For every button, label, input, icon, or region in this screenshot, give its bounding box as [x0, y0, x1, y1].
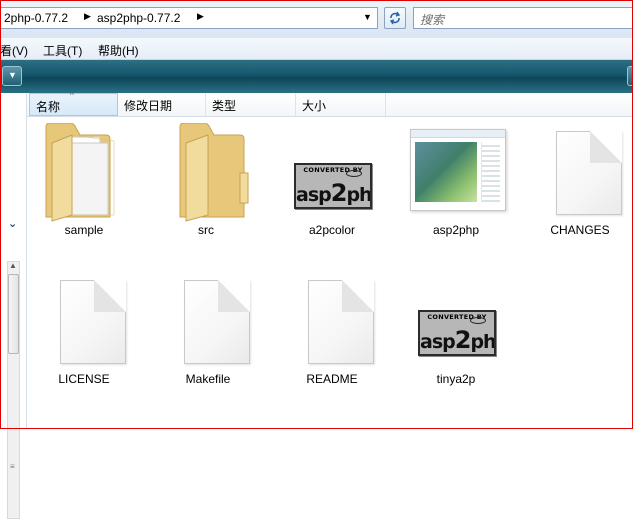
halo-icon	[346, 170, 362, 177]
badge-logo-right: php	[470, 331, 496, 353]
asp2php-badge-icon: CONVERTED BY asp2php	[416, 272, 496, 368]
menu-view[interactable]: 看(V)	[0, 42, 28, 59]
address-bar[interactable]: 2php-0.77.2 ▶ asp2php-0.77.2 ▶ ▼	[0, 7, 378, 29]
asp2php-badge: CONVERTED BY asp2php	[294, 163, 372, 209]
refresh-icon	[389, 11, 401, 25]
file-item-readme[interactable]: README	[277, 268, 387, 398]
file-item-tinya2p[interactable]: CONVERTED BY asp2php tinya2p	[401, 268, 511, 398]
file-item-changes[interactable]: CHANGES	[525, 119, 633, 249]
file-list: sample src CONVERTED BY asp2php a2pcolor	[27, 117, 633, 429]
breadcrumb-current[interactable]: asp2php-0.77.2	[97, 11, 180, 25]
file-name: tinya2p	[436, 372, 476, 386]
asp2php-badge-icon: CONVERTED BY asp2php	[292, 123, 372, 219]
file-name: a2pcolor	[308, 223, 356, 237]
file-item-makefile[interactable]: Makefile	[153, 268, 263, 398]
address-row: 2php-0.77.2 ▶ asp2php-0.77.2 ▶ ▼ 搜索	[0, 0, 633, 38]
scroll-grip-icon: ≡	[10, 462, 15, 471]
file-name: asp2php	[432, 223, 480, 237]
badge-logo-mid: 2	[330, 179, 348, 207]
file-item-src[interactable]: src	[151, 119, 261, 249]
scrollbar-thumb[interactable]	[8, 274, 19, 354]
search-placeholder: 搜索	[420, 13, 445, 27]
column-header-name[interactable]: ^ 名称	[29, 91, 118, 116]
toolbar-overflow-button[interactable]	[627, 66, 633, 86]
thumbnail-sidebar	[481, 142, 500, 202]
menu-bar: 看(V) 工具(T) 帮助(H)	[0, 38, 633, 60]
file-name: Makefile	[185, 372, 231, 386]
column-header-size[interactable]: 大小	[296, 93, 386, 116]
document-icon	[540, 123, 622, 219]
search-input[interactable]: 搜索	[413, 7, 633, 29]
column-header-name-label: 名称	[36, 100, 61, 114]
file-item-a2pcolor[interactable]: CONVERTED BY asp2php a2pcolor	[277, 119, 387, 249]
column-headers: ^ 名称 修改日期 类型 大小	[27, 91, 633, 117]
chevron-down-icon[interactable]: ⌄	[8, 217, 17, 230]
menu-help[interactable]: 帮助(H)	[98, 42, 139, 59]
command-toolbar: ▼	[0, 60, 633, 93]
document-icon	[292, 272, 374, 368]
folder-icon	[166, 122, 249, 222]
badge-logo: asp2php	[420, 326, 494, 354]
page-shape	[556, 131, 622, 215]
badge-logo-right: php	[346, 184, 372, 206]
sort-ascending-icon: ^	[70, 91, 74, 100]
badge-logo-left: asp	[420, 331, 456, 353]
address-history-dropdown-icon[interactable]: ▼	[363, 12, 372, 22]
navigation-pane: ⌄ ▲ ≡	[0, 93, 27, 519]
chevron-down-icon: ▼	[8, 70, 17, 80]
file-name: LICENSE	[58, 372, 110, 386]
thumbnail-titlebar	[411, 130, 505, 138]
column-header-date[interactable]: 修改日期	[118, 93, 206, 116]
file-item-license[interactable]: LICENSE	[29, 268, 139, 398]
page-shape	[60, 280, 126, 364]
column-header-type-label: 类型	[212, 99, 237, 113]
thumbnail-preview	[410, 129, 506, 211]
asp2php-badge: CONVERTED BY asp2php	[418, 310, 496, 356]
badge-logo-mid: 2	[454, 326, 472, 354]
page-shape	[184, 280, 250, 364]
file-name: sample	[64, 223, 104, 237]
folder-icon	[44, 122, 124, 222]
thumbnail-image	[415, 142, 477, 202]
document-icon	[44, 272, 126, 368]
file-item-asp2php[interactable]: asp2php	[401, 119, 511, 249]
column-header-size-label: 大小	[302, 99, 327, 113]
column-header-date-label: 修改日期	[124, 99, 173, 113]
breadcrumb-parent[interactable]: 2php-0.77.2	[4, 11, 68, 25]
page-shape	[308, 280, 374, 364]
organize-dropdown-button[interactable]: ▼	[2, 66, 22, 86]
breadcrumb-separator-icon[interactable]: ▶	[197, 11, 204, 22]
refresh-button[interactable]	[384, 7, 406, 29]
scroll-up-icon[interactable]: ▲	[9, 261, 17, 270]
breadcrumb-separator-icon[interactable]: ▶	[84, 11, 91, 22]
badge-logo: asp2php	[296, 179, 370, 207]
file-item-sample[interactable]: sample	[29, 119, 139, 249]
badge-logo-left: asp	[296, 184, 332, 206]
menu-tools[interactable]: 工具(T)	[43, 42, 82, 59]
column-header-type[interactable]: 类型	[206, 93, 296, 116]
document-icon	[168, 272, 250, 368]
file-name: README	[306, 372, 358, 386]
file-name: CHANGES	[550, 223, 610, 237]
file-name: src	[198, 223, 214, 237]
halo-icon	[470, 317, 486, 324]
window-thumbnail-icon	[410, 123, 506, 219]
navigation-scrollbar[interactable]: ▲ ≡	[7, 261, 20, 519]
